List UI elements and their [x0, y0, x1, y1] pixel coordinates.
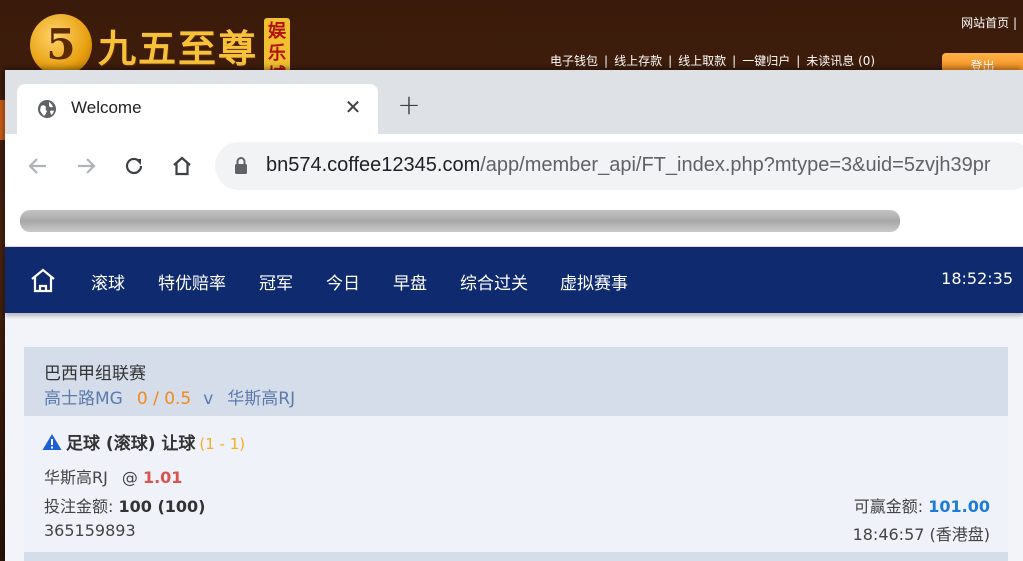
separator: |: [604, 54, 609, 68]
url-host: bn574.coffee12345.com: [266, 154, 481, 176]
browser-toolbar: bn574.coffee12345.com/app/member_api/FT_…: [5, 134, 1023, 198]
payout-label: 可赢金额:: [853, 497, 924, 516]
logo-emblem: 5: [30, 14, 92, 76]
close-icon[interactable]: ✕: [342, 96, 364, 118]
logo-tag: 娱乐城: [264, 18, 291, 86]
logo-text: 九五至尊: [98, 25, 259, 71]
home-icon[interactable]: [29, 267, 57, 293]
nav-unread-messages[interactable]: 未读讯息 (0): [806, 54, 875, 68]
nav-today[interactable]: 今日: [326, 269, 360, 294]
account-nav: 电子钱包 | 线上存款 | 线上取款 | 一键归户 | 未读讯息 (0): [550, 52, 875, 69]
score: (1 - 1): [199, 435, 246, 453]
warning-icon: [42, 434, 62, 450]
away-team: 华斯高RJ: [227, 389, 296, 409]
nav-deposit[interactable]: 线上存款: [614, 54, 662, 68]
stake-line: 投注金额: 100 (100): [44, 493, 206, 517]
clock: 18:52:35: [941, 269, 1013, 288]
nav-consolidate[interactable]: 一键归户: [742, 54, 790, 68]
tab-strip: Welcome ✕ +: [5, 70, 1023, 134]
league-header: 巴西甲组联赛 高士路MG 0 / 0.5 v 华斯高RJ: [24, 347, 1008, 416]
selection-team: 华斯高RJ: [44, 468, 108, 487]
nav-parlay[interactable]: 综合过关: [460, 269, 528, 294]
new-tab-button[interactable]: +: [397, 91, 421, 119]
separator: |: [796, 54, 801, 68]
bet-title: 足球 (滚球) 让球 (1 - 1): [42, 429, 245, 454]
nav-e-wallet[interactable]: 电子钱包: [550, 54, 598, 68]
reload-icon[interactable]: [120, 152, 148, 180]
next-card-edge: [24, 552, 1008, 561]
odds-value: 1.01: [142, 468, 183, 487]
site-home-link[interactable]: 网站首页 |: [961, 14, 1017, 31]
home-team: 高士路MG: [44, 389, 123, 409]
casino-logo[interactable]: 5 九五至尊 娱乐城: [30, 14, 291, 86]
sportsbook-nav: 滚球 特优赔率 冠军 今日 早盘 综合过关 虚拟赛事 18:52:35: [5, 247, 1023, 313]
payout-line: 可赢金额: 101.00: [854, 493, 990, 517]
nav-outrights[interactable]: 冠军: [259, 269, 293, 294]
bookmarks-bar: [5, 198, 1023, 247]
nav-early[interactable]: 早盘: [393, 269, 427, 294]
versus-label: v: [203, 389, 214, 409]
lock-icon[interactable]: [233, 156, 249, 176]
address-bar[interactable]: bn574.coffee12345.com/app/member_api/FT_…: [215, 142, 1023, 190]
nav-in-play[interactable]: 滚球: [91, 269, 125, 294]
at-symbol: @: [121, 468, 138, 487]
back-arrow-icon[interactable]: [24, 152, 52, 180]
tab-welcome[interactable]: Welcome ✕: [17, 84, 378, 134]
separator: |: [732, 54, 737, 68]
bet-time: 18:46:57 (香港盘): [852, 525, 990, 544]
ticket-id: 365159893: [44, 521, 136, 540]
nav-special-odds[interactable]: 特优赔率: [158, 269, 226, 294]
handicap: 0 / 0.5: [136, 389, 192, 409]
url-path: /app/member_api/FT_index.php?mtype=3&uid…: [480, 154, 991, 176]
payout-value: 101.00: [928, 497, 990, 516]
nav-withdraw[interactable]: 线上取款: [678, 54, 726, 68]
nav-virtual[interactable]: 虚拟赛事: [560, 269, 628, 294]
url-text: bn574.coffee12345.com/app/member_api/FT_…: [266, 154, 991, 177]
tab-title: Welcome: [71, 98, 142, 117]
stake-value: 100 (100): [118, 497, 206, 516]
bet-detail: 足球 (滚球) 让球 (1 - 1) 华斯高RJ @ 1.01 投注金额: 100 …: [24, 416, 1008, 552]
globe-icon: [38, 100, 56, 118]
bet-type: 足球 (滚球) 让球: [66, 434, 196, 454]
forward-arrow-icon[interactable]: [72, 152, 100, 180]
redacted-bookmarks: [20, 210, 900, 232]
stake-label: 投注金额:: [44, 497, 114, 516]
match-line: 高士路MG 0 / 0.5 v 华斯高RJ: [44, 384, 295, 409]
selection-line: 华斯高RJ @ 1.01: [44, 464, 182, 488]
home-icon[interactable]: [168, 152, 196, 180]
browser-window: Welcome ✕ + bn574.coffee12345.com/app/me…: [5, 70, 1023, 561]
league-name: 巴西甲组联赛: [44, 364, 146, 384]
separator: |: [668, 54, 673, 68]
